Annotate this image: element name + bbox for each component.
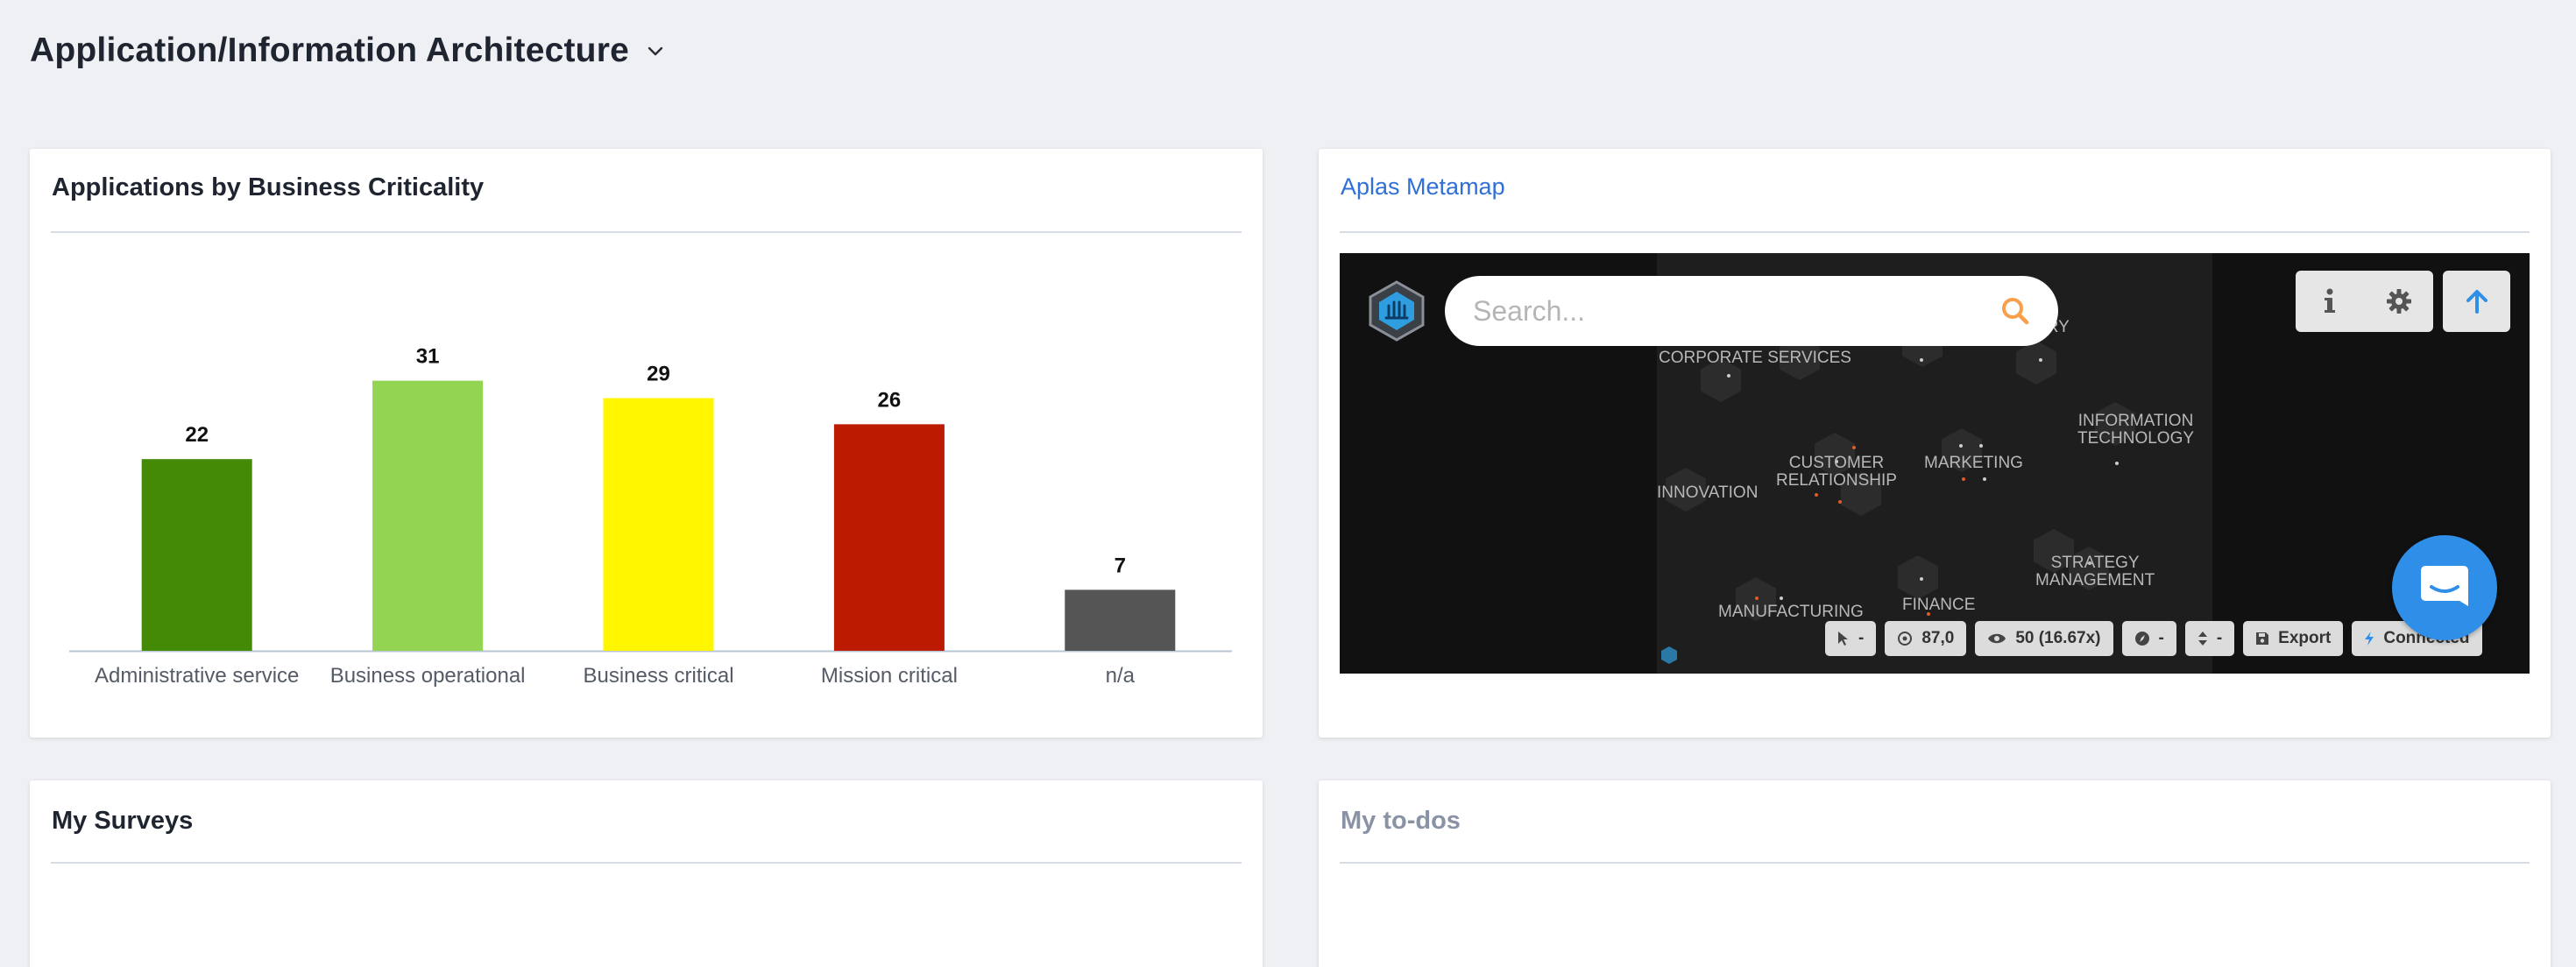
map-dot: [1727, 374, 1730, 378]
bar-n-a[interactable]: [1065, 589, 1176, 651]
metamap-link[interactable]: Aplas Metamap: [1341, 173, 1505, 201]
map-dot: [1962, 477, 1965, 481]
todos-card: My to-dos: [1319, 780, 2551, 967]
sort-chip[interactable]: -: [2184, 621, 2235, 656]
bar-value-label: 31: [416, 345, 440, 369]
bar-business-critical[interactable]: [603, 398, 714, 651]
cursor-icon: [1838, 632, 1848, 646]
compass-icon: [2134, 632, 2149, 646]
view-chip[interactable]: 50 (16.67x): [1975, 621, 2113, 656]
map-label-marketing[interactable]: MARKETING: [1924, 455, 2023, 472]
position-chip[interactable]: 87,0: [1885, 621, 1967, 656]
map-dot: [1979, 444, 1983, 448]
metamap-brand-watermark: [1660, 646, 1678, 665]
map-dot: [1959, 444, 1963, 448]
bar-chart: 22 Administrative service 31 Business opera…: [69, 345, 1232, 688]
category-label: Administrative service: [95, 664, 299, 688]
surveys-card: My Surveys: [30, 780, 1263, 967]
metamap-search[interactable]: [1445, 276, 2058, 346]
category-label: n/a: [1106, 664, 1136, 688]
map-dot: [2039, 358, 2042, 362]
export-button[interactable]: Export: [2243, 621, 2344, 656]
map-dot: [1815, 493, 1818, 497]
bar-value-label: 22: [185, 423, 209, 447]
map-label-manufacturing[interactable]: MANUFACTURING: [1718, 603, 1864, 621]
pointer-mode-chip[interactable]: -: [1825, 621, 1877, 656]
surveys-card-title: My Surveys: [52, 807, 194, 835]
category-label: Business operational: [330, 664, 526, 688]
map-label-strategy-management[interactable]: STRATEGY MANAGEMENT: [2035, 554, 2155, 589]
category-label: Business critical: [583, 664, 733, 688]
eye-icon: [1988, 633, 2006, 644]
compass-chip[interactable]: -: [2121, 621, 2176, 656]
bolt-icon: [2365, 632, 2374, 646]
bar-value-label: 29: [647, 363, 670, 386]
chevron-down-icon[interactable]: [645, 40, 666, 61]
chat-launcher-button[interactable]: [2392, 535, 2497, 640]
map-label-innovation[interactable]: INNOVATION: [1657, 484, 1758, 502]
save-icon: [2256, 632, 2269, 645]
pointer-mode-value: -: [1858, 629, 1865, 647]
chat-icon: [2421, 566, 2468, 606]
map-label-corporate[interactable]: CORPORATE SERVICES: [1659, 349, 1851, 367]
position-value: 87,0: [1921, 629, 1955, 647]
metamap-logo[interactable]: [1368, 279, 1426, 342]
metamap-statusbar: - 87,0 50 (16.67x) - - Export Connected: [1825, 621, 2482, 656]
metamap-card: Aplas Metamap CORPORATE SERVICES CUSTOME…: [1319, 149, 2551, 738]
bar-mission-critical[interactable]: [833, 424, 945, 651]
bar-administrative-service[interactable]: [141, 459, 252, 651]
map-dot: [1920, 358, 1923, 362]
page-title: Application/Information Architecture: [30, 32, 629, 69]
category-label: Mission critical: [821, 664, 958, 688]
map-dot: [1838, 500, 1842, 504]
map-node: [1898, 555, 1938, 599]
bar-business-operational[interactable]: [372, 380, 484, 651]
bar-value-label: 7: [1115, 554, 1126, 577]
page-header: Application/Information Architecture: [30, 32, 666, 70]
chart-card: Applications by Business Criticality 22 A…: [30, 149, 1263, 738]
sort-value: -: [2216, 629, 2223, 647]
map-label-information-technology[interactable]: INFORMATION TECHNOLOGY: [2077, 413, 2194, 448]
todos-card-title: My to-dos: [1341, 807, 1461, 835]
target-icon: [1898, 632, 1913, 646]
export-label: Export: [2278, 629, 2332, 647]
sort-icon: [2197, 632, 2207, 646]
bar-value-label: 26: [878, 388, 902, 412]
divider: [51, 862, 1242, 864]
map-label-finance[interactable]: FINANCE: [1902, 596, 1975, 614]
search-input[interactable]: [1473, 294, 2000, 328]
search-icon[interactable]: [2000, 296, 2030, 326]
view-value: 50 (16.67x): [2015, 629, 2101, 647]
map-dot: [1852, 446, 1856, 449]
divider: [1340, 231, 2530, 233]
map-dot: [1780, 596, 1783, 600]
map-dot: [1920, 577, 1923, 581]
map-dot: [2115, 462, 2119, 465]
map-dot: [1983, 477, 1986, 481]
gear-icon[interactable]: [2365, 271, 2434, 332]
compass-value: -: [2158, 629, 2164, 647]
arrow-up-icon[interactable]: [2443, 271, 2510, 332]
divider: [1340, 862, 2530, 864]
map-node: [2016, 341, 2056, 385]
metamap-viewport[interactable]: CORPORATE SERVICES ORY CUSTOMER RELATION…: [1340, 253, 2530, 674]
map-label-customer-relationship[interactable]: CUSTOMER RELATIONSHIP: [1776, 455, 1897, 490]
info-icon[interactable]: [2296, 271, 2365, 332]
map-dot: [1755, 596, 1759, 600]
metamap-toolbar: [2296, 271, 2433, 332]
